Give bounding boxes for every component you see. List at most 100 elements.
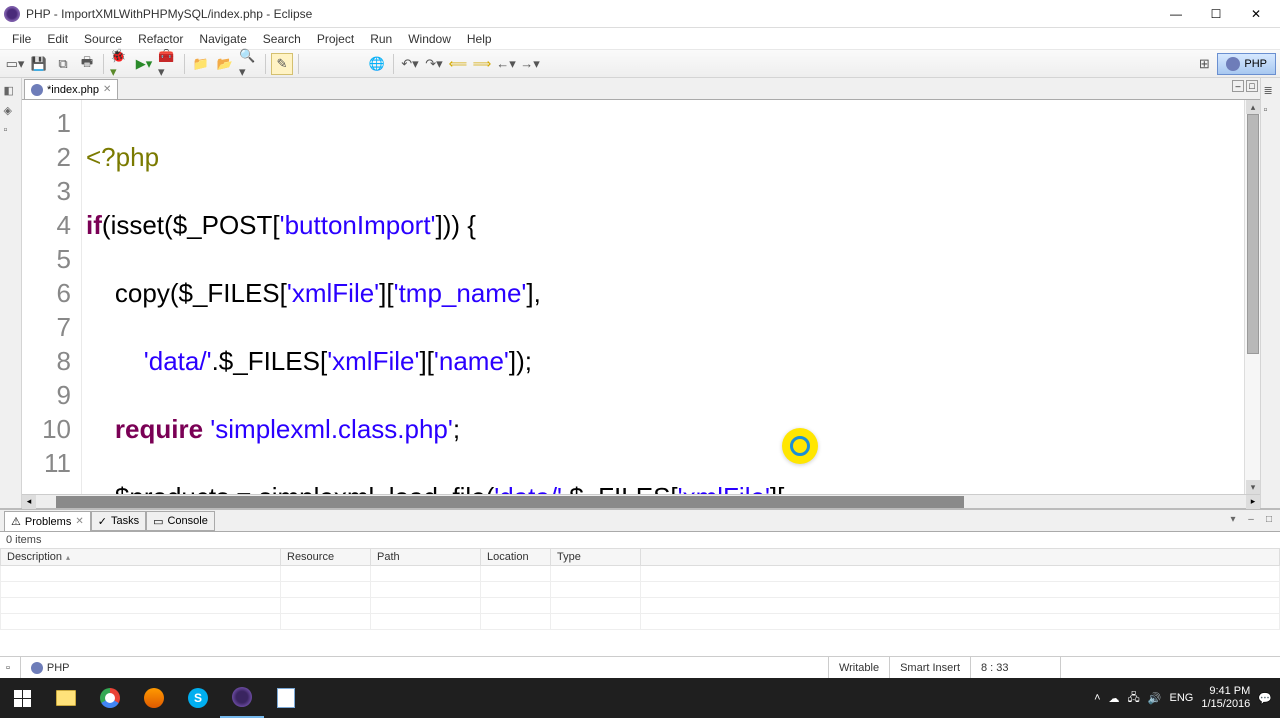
menu-help[interactable]: Help bbox=[459, 30, 500, 48]
vertical-scrollbar-thumb[interactable] bbox=[1247, 114, 1259, 354]
line-number-gutter: 1 2 3 4 5 6 7 8 9 10 11 bbox=[22, 100, 82, 494]
perspective-label: PHP bbox=[1244, 58, 1267, 70]
tray-time: 9:41 PM bbox=[1201, 685, 1250, 698]
restore-icon[interactable]: ▫ bbox=[4, 124, 18, 138]
php-file-icon bbox=[31, 84, 43, 96]
open-perspective-button[interactable]: ⊞ bbox=[1193, 53, 1215, 75]
scroll-up-icon[interactable]: ▴ bbox=[1246, 100, 1260, 114]
code-editor[interactable]: <?php if(isset($_POST['buttonImport'])) … bbox=[82, 100, 1244, 494]
status-language: PHP bbox=[20, 657, 80, 678]
ext-tools-button[interactable]: 🧰▾ bbox=[157, 53, 179, 75]
tray-onedrive-icon[interactable]: ☁ bbox=[1109, 692, 1120, 705]
tray-clock[interactable]: 9:41 PM 1/15/2016 bbox=[1201, 685, 1250, 711]
menu-refactor[interactable]: Refactor bbox=[130, 30, 191, 48]
restore-icon[interactable]: ▫ bbox=[1264, 104, 1278, 118]
cursor-highlight-icon bbox=[782, 428, 818, 464]
php-explorer-icon[interactable]: ◧ bbox=[4, 84, 18, 98]
table-row bbox=[1, 598, 1280, 614]
minimize-button[interactable]: — bbox=[1156, 2, 1196, 26]
minimize-editor-icon[interactable]: – bbox=[1232, 80, 1244, 92]
perspective-php[interactable]: PHP bbox=[1217, 53, 1276, 75]
toolbar-separator bbox=[393, 54, 394, 74]
nav-forward-button[interactable]: →▾ bbox=[519, 53, 541, 75]
menu-navigate[interactable]: Navigate bbox=[191, 30, 254, 48]
php-perspective-icon bbox=[1226, 57, 1240, 71]
editor-tab-index-php[interactable]: *index.php ✕ bbox=[24, 79, 118, 99]
problems-table[interactable]: Description▴ Resource Path Location Type bbox=[0, 548, 1280, 656]
system-tray[interactable]: ˄ ☁ 🖧 🔊 ENG 9:41 PM 1/15/2016 💬 bbox=[1086, 685, 1280, 711]
tab-console[interactable]: ▭ Console bbox=[146, 511, 215, 531]
skype-icon: S bbox=[188, 688, 208, 708]
sort-asc-icon[interactable]: ▴ bbox=[66, 553, 70, 562]
menu-project[interactable]: Project bbox=[309, 30, 362, 48]
close-tab-icon[interactable]: ✕ bbox=[103, 84, 111, 95]
close-tab-icon[interactable]: ✕ bbox=[75, 516, 83, 527]
save-all-button[interactable]: ⧉ bbox=[52, 53, 74, 75]
horizontal-scrollbar[interactable]: ◂ ▸ bbox=[22, 494, 1260, 508]
scroll-down-icon[interactable]: ▾ bbox=[1246, 480, 1260, 494]
search-button[interactable]: 🔍▾ bbox=[238, 53, 260, 75]
print-button[interactable]: 🖶 bbox=[76, 53, 98, 75]
tray-network-icon[interactable]: 🖧 bbox=[1128, 689, 1140, 708]
status-bar: ▫ PHP Writable Smart Insert 8 : 33 bbox=[0, 656, 1280, 678]
web-browser-button[interactable]: 🌐 bbox=[366, 53, 388, 75]
save-button[interactable]: 💾 bbox=[28, 53, 50, 75]
notepad-button[interactable] bbox=[264, 678, 308, 718]
tab-problems[interactable]: ⚠ Problems ✕ bbox=[4, 511, 91, 531]
start-button[interactable] bbox=[0, 678, 44, 718]
open-type-button[interactable]: 📁 bbox=[190, 53, 212, 75]
view-menu-icon[interactable]: ▾ bbox=[1226, 512, 1240, 526]
col-path[interactable]: Path bbox=[371, 549, 481, 566]
next-annotation-button[interactable]: ↷▾ bbox=[423, 53, 445, 75]
maximize-button[interactable]: ☐ bbox=[1196, 2, 1236, 26]
back-button[interactable]: ⟸ bbox=[447, 53, 469, 75]
maximize-editor-icon[interactable]: □ bbox=[1246, 80, 1258, 92]
file-explorer-button[interactable] bbox=[44, 678, 88, 718]
menu-source[interactable]: Source bbox=[76, 30, 130, 48]
eclipse-button[interactable] bbox=[220, 678, 264, 718]
menu-run[interactable]: Run bbox=[362, 30, 400, 48]
table-row bbox=[1, 566, 1280, 582]
menu-search[interactable]: Search bbox=[255, 30, 309, 48]
overview-ruler[interactable]: ▴ ▾ bbox=[1244, 100, 1260, 494]
toggle-mark-button[interactable]: ✎ bbox=[271, 53, 293, 75]
minimize-panel-icon[interactable]: – bbox=[1244, 512, 1258, 526]
windows-logo-icon bbox=[14, 690, 31, 707]
skype-button[interactable]: S bbox=[176, 678, 220, 718]
tray-chevron-icon[interactable]: ˄ bbox=[1094, 692, 1100, 704]
outline-icon[interactable]: ≣ bbox=[1264, 84, 1278, 98]
tab-problems-label: Problems bbox=[25, 516, 71, 528]
tasks-icon: ✓ bbox=[98, 515, 107, 528]
menu-file[interactable]: File bbox=[4, 30, 39, 48]
tab-tasks[interactable]: ✓ Tasks bbox=[91, 511, 146, 531]
table-row bbox=[1, 582, 1280, 598]
editor-tab-label: *index.php bbox=[47, 84, 99, 96]
menu-edit[interactable]: Edit bbox=[39, 30, 76, 48]
tray-notifications-icon[interactable]: 💬 bbox=[1258, 692, 1272, 705]
left-view-stack: ◧ ◈ ▫ bbox=[0, 78, 22, 508]
col-location[interactable]: Location bbox=[481, 549, 551, 566]
last-edit-button[interactable]: ↶▾ bbox=[399, 53, 421, 75]
debug-button[interactable]: 🐞▾ bbox=[109, 53, 131, 75]
scroll-right-icon[interactable]: ▸ bbox=[1246, 495, 1260, 509]
new-button[interactable]: ▭▾ bbox=[4, 53, 26, 75]
forward-button[interactable]: ⟹ bbox=[471, 53, 493, 75]
tray-volume-icon[interactable]: 🔊 bbox=[1148, 692, 1162, 705]
firefox-button[interactable] bbox=[132, 678, 176, 718]
scroll-left-icon[interactable]: ◂ bbox=[22, 495, 36, 509]
run-button[interactable]: ▶▾ bbox=[133, 53, 155, 75]
open-task-button[interactable]: 📂 bbox=[214, 53, 236, 75]
horizontal-scrollbar-thumb[interactable] bbox=[56, 496, 964, 508]
menu-window[interactable]: Window bbox=[400, 30, 459, 48]
close-button[interactable]: ✕ bbox=[1236, 2, 1276, 26]
menu-bar: File Edit Source Refactor Navigate Searc… bbox=[0, 28, 1280, 50]
status-insert-mode: Smart Insert bbox=[889, 657, 970, 678]
chrome-button[interactable] bbox=[88, 678, 132, 718]
type-hierarchy-icon[interactable]: ◈ bbox=[4, 104, 18, 118]
maximize-panel-icon[interactable]: □ bbox=[1262, 512, 1276, 526]
tray-language[interactable]: ENG bbox=[1170, 692, 1194, 704]
toolbar-separator bbox=[298, 54, 299, 74]
col-resource[interactable]: Resource bbox=[281, 549, 371, 566]
nav-back-button[interactable]: ←▾ bbox=[495, 53, 517, 75]
col-type[interactable]: Type bbox=[551, 549, 641, 566]
